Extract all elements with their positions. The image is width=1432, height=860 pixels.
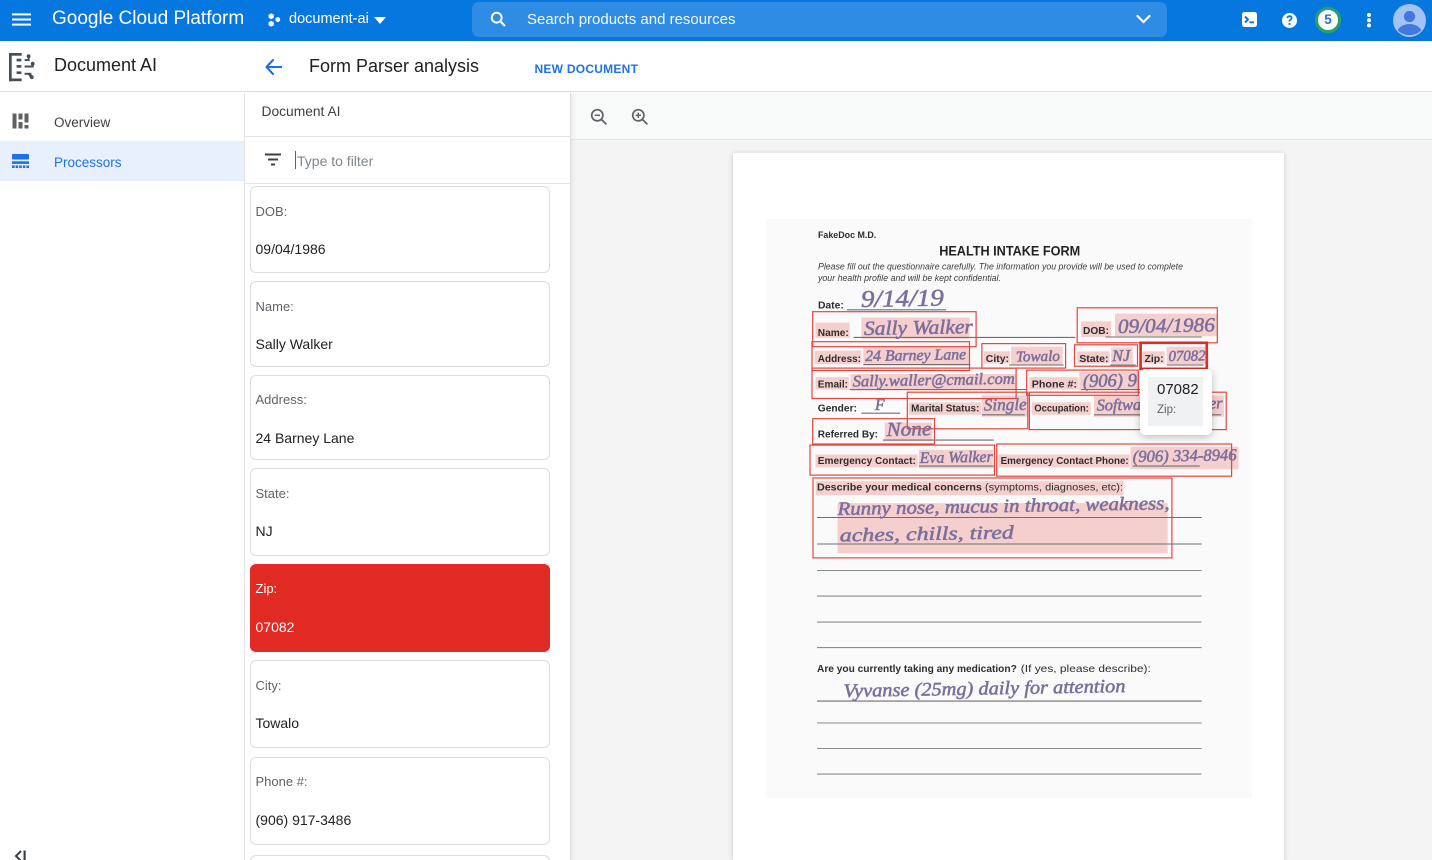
svg-text:NJ: NJ — [1111, 347, 1131, 364]
svg-text:Zip:: Zip: — [1144, 354, 1163, 365]
svg-text:City:: City: — [986, 354, 1009, 365]
svg-text:F: F — [874, 397, 885, 414]
svg-text:09/04/1986: 09/04/1986 — [1117, 314, 1214, 338]
svg-text:Towalo: Towalo — [1016, 348, 1061, 365]
svg-text:Phone #:: Phone #: — [1031, 379, 1076, 390]
svg-text:Single: Single — [983, 394, 1027, 414]
svg-text:Referred By:: Referred By: — [818, 429, 878, 440]
svg-text:Describe your medical concerns: Describe your medical concerns — [817, 482, 982, 493]
svg-text:FakeDoc M.D.: FakeDoc M.D. — [818, 230, 876, 241]
svg-text:(symptoms, diagnoses, etc):: (symptoms, diagnoses, etc): — [985, 482, 1123, 493]
svg-text:Occupation:: Occupation: — [1034, 403, 1088, 414]
svg-text:Marital Status:: Marital Status: — [911, 403, 979, 414]
svg-text:Gender:: Gender: — [818, 403, 857, 414]
svg-text:(If yes, please describe):: (If yes, please describe): — [1021, 663, 1151, 674]
svg-text:HEALTH INTAKE FORM: HEALTH INTAKE FORM — [939, 243, 1080, 258]
svg-text:Emergency Contact Phone:: Emergency Contact Phone: — [1000, 455, 1128, 466]
svg-text:9/14/19: 9/14/19 — [860, 285, 943, 312]
svg-text:Sally Walker: Sally Walker — [864, 316, 974, 340]
svg-text:Name:: Name: — [818, 328, 849, 339]
svg-text:(906) 9: (906) 9 — [1083, 370, 1137, 392]
svg-text:DOB:: DOB: — [1083, 326, 1109, 337]
svg-text:Date:: Date: — [818, 300, 844, 311]
svg-text:Eva Walker: Eva Walker — [918, 448, 993, 466]
svg-text:aches, chills, tired: aches, chills, tired — [839, 522, 1014, 546]
svg-text:24 Barney Lane: 24 Barney Lane — [865, 346, 966, 365]
svg-text:Address:: Address: — [818, 354, 861, 365]
svg-text:Email:: Email: — [818, 379, 848, 390]
svg-text:Please fill out the questionna: Please fill out the questionnaire carefu… — [818, 261, 1183, 271]
svg-text:Are you currently taking any m: Are you currently taking any medication? — [817, 663, 1017, 674]
svg-text:(906) 334-8946: (906) 334-8946 — [1132, 445, 1237, 466]
svg-text:your health profile and will b: your health profile and will be kept con… — [817, 273, 1001, 283]
svg-text:Sally.waller@cmail.com: Sally.waller@cmail.com — [852, 370, 1014, 390]
svg-text:07082: 07082 — [1168, 348, 1206, 365]
svg-text:Emergency Contact:: Emergency Contact: — [818, 455, 916, 466]
svg-text:None: None — [885, 418, 931, 441]
svg-text:State:: State: — [1079, 354, 1108, 365]
